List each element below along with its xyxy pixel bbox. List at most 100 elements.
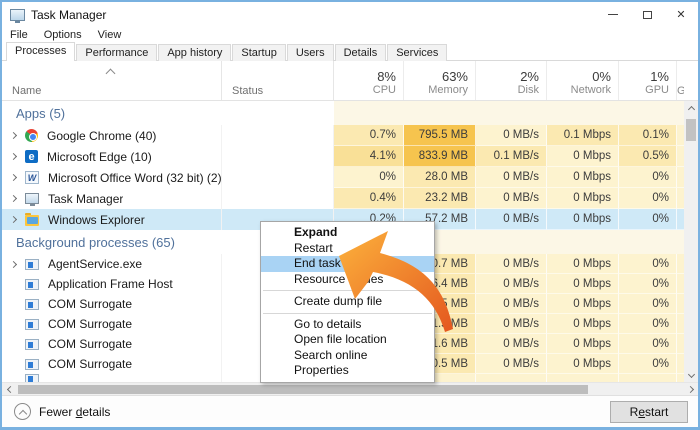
close-button[interactable]: ✕ [664, 2, 698, 27]
usage-cell: 833.9 MB [404, 146, 476, 167]
restart-button[interactable]: Restart [610, 401, 688, 423]
usage-cell: 0% [619, 354, 677, 374]
usage-cell: 0 MB/s [476, 294, 547, 314]
usage-cell: 0 Mbps [547, 334, 619, 354]
column-header-gpu-engine[interactable]: G [677, 61, 684, 100]
context-menu-item-properties[interactable]: Properties [261, 363, 434, 379]
generic-icon [25, 299, 39, 310]
tab-performance[interactable]: Performance [76, 44, 157, 61]
fewer-details-label: Fewer details [39, 405, 110, 419]
gpu-engine-cell [677, 314, 684, 334]
vertical-scrollbar[interactable] [684, 101, 698, 382]
process-name: Microsoft Office Word (32 bit) (2) [48, 171, 221, 185]
tab-startup[interactable]: Startup [232, 44, 285, 61]
collapse-circle-icon [14, 403, 31, 420]
menu-separator [263, 290, 432, 291]
process-row-microsoft-office-word-32-bit-2[interactable]: WMicrosoft Office Word (32 bit) (2)0%28.… [2, 167, 684, 188]
usage-cell: 0 MB/s [476, 188, 547, 209]
tab-processes[interactable]: Processes [6, 42, 75, 61]
usage-cell: 0 Mbps [547, 274, 619, 294]
context-menu-item-search-online[interactable]: Search online [261, 348, 434, 364]
scroll-up-icon [687, 105, 694, 112]
usage-label: Disk [518, 84, 539, 97]
process-name: AgentService.exe [48, 257, 142, 271]
context-menu-item-go-to-details[interactable]: Go to details [261, 317, 434, 333]
process-status-cell [222, 125, 334, 146]
group-label: Apps (5) [2, 106, 334, 121]
tab-app-history[interactable]: App history [158, 44, 231, 61]
maximize-button[interactable] [630, 2, 664, 27]
context-menu-item-create-dump-file[interactable]: Create dump file [261, 294, 434, 310]
group-header-apps-5[interactable]: Apps (5) [2, 101, 684, 125]
process-name-cell: COM Surrogate [2, 294, 222, 314]
context-menu-item-end-task[interactable]: End task [261, 256, 434, 272]
tab-users[interactable]: Users [287, 44, 334, 61]
scroll-left-icon [6, 385, 13, 392]
gpu-engine-cell [677, 334, 684, 354]
menu-view[interactable]: View [98, 29, 122, 41]
generic-icon [25, 259, 39, 270]
expand-chevron-icon[interactable] [10, 216, 17, 223]
expand-chevron-icon[interactable] [10, 153, 17, 160]
explorer-icon [25, 215, 39, 226]
process-name-cell: AgentService.exe [2, 254, 222, 274]
word-icon: W [25, 171, 39, 184]
expand-chevron-icon[interactable] [10, 174, 17, 181]
scroll-down-icon [687, 370, 694, 377]
process-status-cell [222, 146, 334, 167]
tab-services[interactable]: Services [387, 44, 447, 61]
usage-cell: 0 Mbps [547, 209, 619, 230]
usage-cell: 0% [334, 167, 404, 188]
menu-options[interactable]: Options [44, 29, 82, 41]
context-menu-item-open-file-location[interactable]: Open file location [261, 332, 434, 348]
horizontal-scroll-thumb[interactable] [18, 385, 588, 394]
menu-file[interactable]: File [10, 29, 28, 41]
column-header-memory[interactable]: 63%Memory [404, 61, 476, 100]
scroll-left-button[interactable] [2, 383, 15, 395]
column-header-disk[interactable]: 2%Disk [476, 61, 547, 100]
title-bar: Task Manager ✕ [2, 2, 698, 27]
context-menu-item-resource-values[interactable]: Resource values [261, 272, 434, 288]
process-row-microsoft-edge-10[interactable]: eMicrosoft Edge (10)4.1%833.9 MB0.1 MB/s… [2, 146, 684, 167]
scroll-up-button[interactable] [684, 101, 698, 114]
usage-cell: 0 MB/s [476, 209, 547, 230]
process-status-cell [222, 188, 334, 209]
process-name-cell: Windows Explorer [2, 209, 222, 230]
process-name: COM Surrogate [48, 357, 132, 371]
scroll-down-button[interactable] [684, 369, 698, 382]
window-title: Task Manager [31, 8, 106, 22]
gpu-engine-cell [677, 125, 684, 146]
minimize-icon [608, 14, 618, 15]
expand-chevron-icon[interactable] [10, 195, 17, 202]
usage-cell: 4.1% [334, 146, 404, 167]
usage-cell: 0% [619, 294, 677, 314]
usage-cell: 0 Mbps [547, 146, 619, 167]
usage-cell: 0 MB/s [476, 274, 547, 294]
tab-details[interactable]: Details [335, 44, 387, 61]
task-manager-window: Task Manager ✕ File Options View Processes… [0, 0, 700, 430]
minimize-button[interactable] [596, 2, 630, 27]
process-row-task-manager[interactable]: Task Manager0.4%23.2 MB0 MB/s0 Mbps0% [2, 188, 684, 209]
usage-cell: 0 Mbps [547, 314, 619, 334]
window-controls: ✕ [596, 2, 698, 27]
process-row-google-chrome-40[interactable]: Google Chrome (40)0.7%795.5 MB0 MB/s0.1 … [2, 125, 684, 146]
gpu-engine-cell [677, 274, 684, 294]
usage-cell: 0 MB/s [476, 334, 547, 354]
horizontal-scrollbar[interactable] [2, 382, 698, 395]
usage-percent: 8% [377, 69, 396, 84]
scroll-right-button[interactable] [685, 383, 698, 395]
column-header-name[interactable]: Name [2, 61, 222, 100]
context-menu-item-restart[interactable]: Restart [261, 241, 434, 257]
expand-chevron-icon[interactable] [10, 260, 17, 267]
usage-cell: 0.5% [619, 146, 677, 167]
vertical-scroll-thumb[interactable] [686, 119, 696, 141]
gpu-engine-cell [677, 294, 684, 314]
column-header-status[interactable]: Status [222, 61, 334, 100]
column-header-network[interactable]: 0%Network [547, 61, 619, 100]
usage-cell: 0% [619, 274, 677, 294]
expand-chevron-icon[interactable] [10, 132, 17, 139]
fewer-details-toggle[interactable]: Fewer details [14, 403, 110, 420]
context-menu-item-expand[interactable]: Expand [261, 225, 434, 241]
column-header-gpu[interactable]: 1%GPU [619, 61, 677, 100]
column-header-cpu[interactable]: 8%CPU [334, 61, 404, 100]
